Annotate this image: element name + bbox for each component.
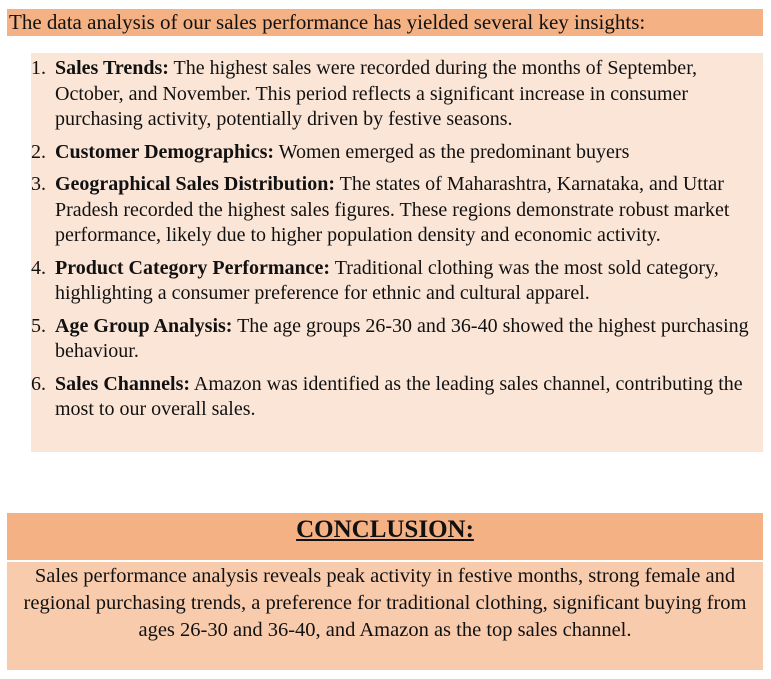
insight-label: Customer Demographics: (55, 140, 275, 163)
conclusion-heading: CONCLUSION: (296, 516, 474, 543)
insight-label: Age Group Analysis: (55, 314, 233, 337)
insight-item-sales-trends: 1. Sales Trends: The highest sales were r… (31, 56, 763, 133)
insight-number: 3. (31, 173, 46, 195)
insight-label: Geographical Sales Distribution: (55, 173, 336, 195)
insight-item-age-group: 5. Age Group Analysis: The age groups 26-… (31, 314, 763, 365)
conclusion-text: Sales performance analysis reveals peak … (23, 565, 747, 641)
insight-label: Sales Channels: (55, 372, 191, 395)
insight-item-sales-channels: 6. Sales Channels: Amazon was identified … (31, 372, 763, 423)
conclusion-heading-bar: CONCLUSION: (7, 513, 763, 560)
insight-number: 1. (31, 57, 46, 79)
insight-number: 2. (31, 140, 46, 163)
intro-text: The data analysis of our sales performan… (9, 10, 646, 34)
insight-item-customer-demographics: 2. Customer Demographics: Women emerged a… (31, 140, 763, 166)
insight-number: 4. (31, 256, 46, 279)
intro-banner: The data analysis of our sales performan… (7, 9, 763, 36)
insights-list: 1. Sales Trends: The highest sales were r… (31, 56, 763, 430)
insight-item-product-category: 4. Product Category Performance: Traditio… (31, 256, 763, 307)
insights-panel: 1. Sales Trends: The highest sales were r… (31, 53, 763, 452)
insight-item-geographical-distribution: 3. Geographical Sales Distribution: The s… (31, 172, 763, 249)
insight-number: 6. (31, 372, 46, 395)
insight-label: Product Category Performance: (55, 256, 331, 279)
insight-number: 5. (31, 314, 46, 337)
conclusion-body: Sales performance analysis reveals peak … (7, 562, 763, 670)
insight-label: Sales Trends: (55, 57, 169, 79)
insight-text: Women emerged as the predominant buyers (274, 140, 630, 163)
